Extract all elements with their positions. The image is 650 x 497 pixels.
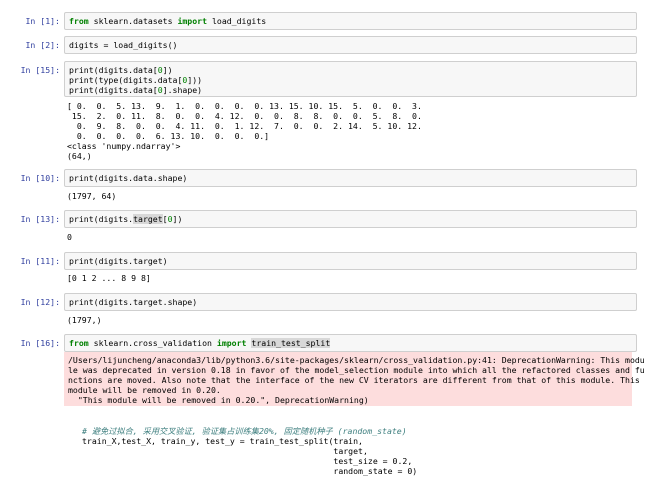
code-cell-input[interactable]: print(digits.data.shape) — [64, 169, 637, 187]
cell-output: [0 1 2 ... 8 9 8] — [67, 273, 637, 283]
stderr-line: module will be removed in 0.20. — [68, 385, 221, 395]
cell-prompt: In [12]: — [20, 297, 60, 307]
code-cell-input[interactable]: print(digits.target) — [64, 252, 637, 270]
cell-output: 0 — [67, 232, 637, 242]
output-line: (64,) — [67, 151, 92, 161]
stderr-line: le was deprecated in version 0.18 in fav… — [68, 365, 645, 375]
cell-output: (1797,) — [67, 315, 637, 325]
code-cell-continuation[interactable]: # 避免过拟合, 采用交叉验证, 验证集占训练集20%, 固定随机种子 (ran… — [82, 426, 637, 476]
output-line: 0. 9. 8. 0. 0. 4. 11. 0. 1. 12. 7. 0. 0.… — [67, 121, 422, 131]
cell-prompt: In [1]: — [25, 16, 60, 26]
code-line: random_state = 0) — [82, 466, 418, 476]
code-comment-line: # 避免过拟合, 采用交叉验证, 验证集占训练集20%, 固定随机种子 (ran… — [82, 426, 407, 436]
stderr-line: /Users/lijuncheng/anaconda3/lib/python3.… — [68, 355, 645, 365]
output-line: (1797, 64) — [67, 191, 117, 201]
code-line: target, — [82, 446, 368, 456]
output-line: (1797,) — [67, 315, 102, 325]
cell-prompt: In [2]: — [25, 40, 60, 50]
stderr-line: "This module will be removed in 0.20.", … — [68, 395, 369, 405]
code-line: test_size = 0.2, — [82, 456, 413, 466]
cell-output: (1797, 64) — [67, 191, 637, 201]
cell-prompt: In [13]: — [20, 214, 60, 224]
cell-prompt: In [10]: — [20, 173, 60, 183]
code-cell-input[interactable]: from sklearn.datasets import load_digits — [64, 12, 637, 30]
cell-output: [ 0. 0. 5. 13. 9. 1. 0. 0. 0. 0. 13. 15.… — [67, 101, 637, 161]
stderr-output: /Users/lijuncheng/anaconda3/lib/python3.… — [64, 352, 645, 406]
code-cell-input[interactable]: print(digits.target.shape) — [64, 293, 637, 311]
output-line: [ 0. 0. 5. 13. 9. 1. 0. 0. 0. 0. 13. 15.… — [67, 101, 422, 111]
output-line: 15. 2. 0. 11. 8. 0. 0. 4. 12. 0. 0. 8. 8… — [67, 111, 422, 121]
output-line: 0. 0. 0. 0. 6. 13. 10. 0. 0. 0.] — [67, 131, 270, 141]
code-cell-input[interactable]: from sklearn.cross_validation import tra… — [64, 334, 637, 352]
cell-prompt: In [16]: — [20, 338, 60, 348]
code-cell-input[interactable]: digits = load_digits() — [64, 36, 637, 54]
code-cell-input[interactable]: print(digits.target[0]) — [64, 210, 637, 228]
output-line: <class 'numpy.ndarray'> — [67, 141, 181, 151]
stderr-line: nctions are moved. Also note that the in… — [68, 375, 640, 385]
code-cell-input[interactable]: print(digits.data[0]) print(type(digits.… — [64, 61, 637, 97]
output-line: [0 1 2 ... 8 9 8] — [67, 273, 151, 283]
output-line: 0 — [67, 232, 72, 242]
cell-prompt: In [11]: — [20, 256, 60, 266]
code-line: train_X,test_X, train_y, test_y = train_… — [82, 436, 363, 446]
cell-prompt: In [15]: — [20, 65, 60, 75]
